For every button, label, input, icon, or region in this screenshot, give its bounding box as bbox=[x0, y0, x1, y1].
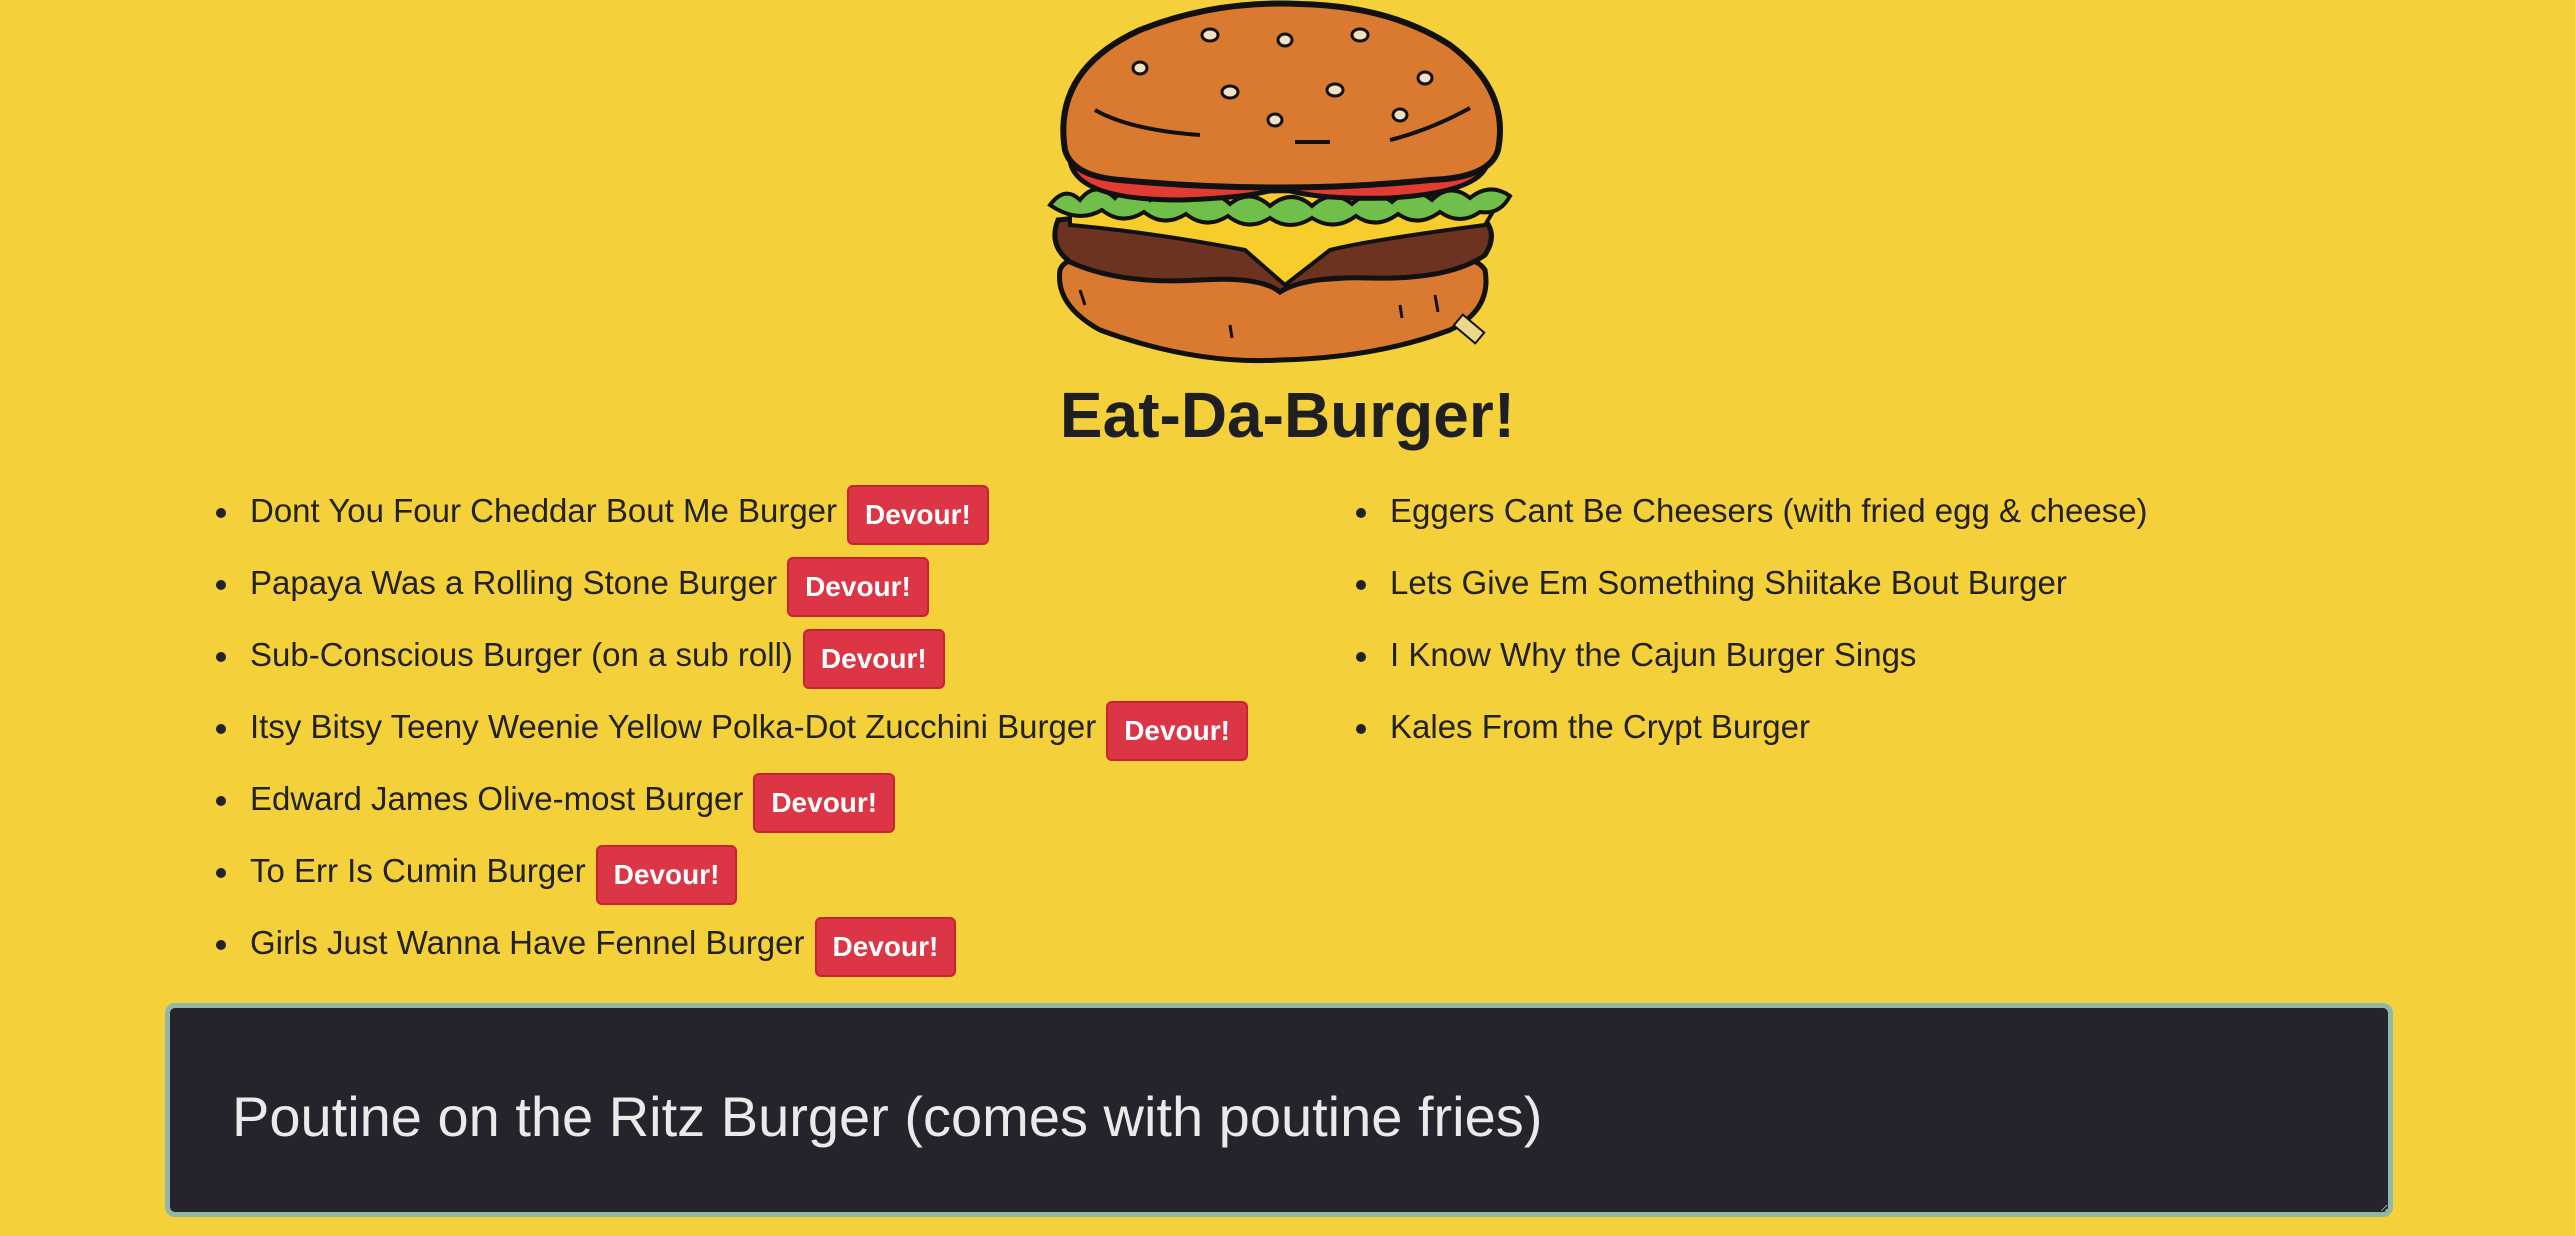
page-title: Eat-Da-Burger! bbox=[1059, 379, 1516, 451]
list-item: Itsy Bitsy Teeny Weenie Yellow Polka-Dot… bbox=[210, 691, 1310, 763]
list-item: Kales From the Crypt Burger bbox=[1350, 691, 2500, 763]
bullet-icon bbox=[1356, 508, 1366, 518]
list-item: Papaya Was a Rolling Stone Burger Devour… bbox=[210, 547, 1310, 619]
list-item: Dont You Four Cheddar Bout Me Burger Dev… bbox=[210, 475, 1310, 547]
bullet-icon bbox=[216, 508, 226, 518]
bullet-icon bbox=[216, 724, 226, 734]
devour-button[interactable]: Devour! bbox=[787, 557, 929, 617]
burger-name: Sub-Conscious Burger (on a sub roll) bbox=[250, 636, 793, 673]
bullet-icon bbox=[216, 796, 226, 806]
list-item: Girls Just Wanna Have Fennel Burger Devo… bbox=[210, 907, 1310, 979]
burger-name: To Err Is Cumin Burger bbox=[250, 852, 586, 889]
burger-name: Lets Give Em Something Shiitake Bout Bur… bbox=[1390, 564, 2067, 601]
devour-button[interactable]: Devour! bbox=[847, 485, 989, 545]
list-item: To Err Is Cumin Burger Devour! bbox=[210, 835, 1310, 907]
bullet-icon bbox=[1356, 652, 1366, 662]
burger-name: Edward James Olive-most Burger bbox=[250, 780, 744, 817]
bullet-icon bbox=[1356, 724, 1366, 734]
devoured-burger-list: Eggers Cant Be Cheesers (with fried egg … bbox=[1350, 475, 2500, 763]
burger-name: Eggers Cant Be Cheesers (with fried egg … bbox=[1390, 492, 2148, 529]
burger-name: Kales From the Crypt Burger bbox=[1390, 708, 1810, 745]
list-item: Eggers Cant Be Cheesers (with fried egg … bbox=[1350, 475, 2500, 547]
burger-name: Papaya Was a Rolling Stone Burger bbox=[250, 564, 778, 601]
burger-name: I Know Why the Cajun Burger Sings bbox=[1390, 636, 1917, 673]
devour-button[interactable]: Devour! bbox=[595, 845, 738, 905]
devour-button[interactable]: Devour! bbox=[814, 917, 957, 977]
uneaten-burger-list: Dont You Four Cheddar Bout Me Burger Dev… bbox=[210, 475, 1310, 979]
devour-button[interactable]: Devour! bbox=[753, 773, 896, 833]
bullet-icon bbox=[216, 652, 226, 662]
bullet-icon bbox=[216, 940, 226, 950]
bullet-icon bbox=[1356, 580, 1366, 590]
page: Eat-Da-Burger! Dont You Four Cheddar Bou… bbox=[0, 0, 2575, 1236]
devour-button[interactable]: Devour! bbox=[802, 629, 945, 689]
new-burger-input[interactable]: Poutine on the Ritz Burger (comes with p… bbox=[165, 1003, 2393, 1217]
devour-button[interactable]: Devour! bbox=[1106, 701, 1248, 761]
list-item: I Know Why the Cajun Burger Sings bbox=[1350, 619, 2500, 691]
bullet-icon bbox=[216, 868, 226, 878]
bullet-icon bbox=[216, 580, 226, 590]
burger-logo-icon bbox=[1047, 0, 1513, 364]
list-item: Sub-Conscious Burger (on a sub roll) Dev… bbox=[210, 619, 1310, 691]
burger-name: Itsy Bitsy Teeny Weenie Yellow Polka-Dot… bbox=[250, 708, 1097, 745]
list-item: Lets Give Em Something Shiitake Bout Bur… bbox=[1350, 547, 2500, 619]
list-item: Edward James Olive-most Burger Devour! bbox=[210, 763, 1310, 835]
burger-name: Dont You Four Cheddar Bout Me Burger bbox=[250, 492, 838, 529]
burger-name: Girls Just Wanna Have Fennel Burger bbox=[250, 924, 805, 961]
